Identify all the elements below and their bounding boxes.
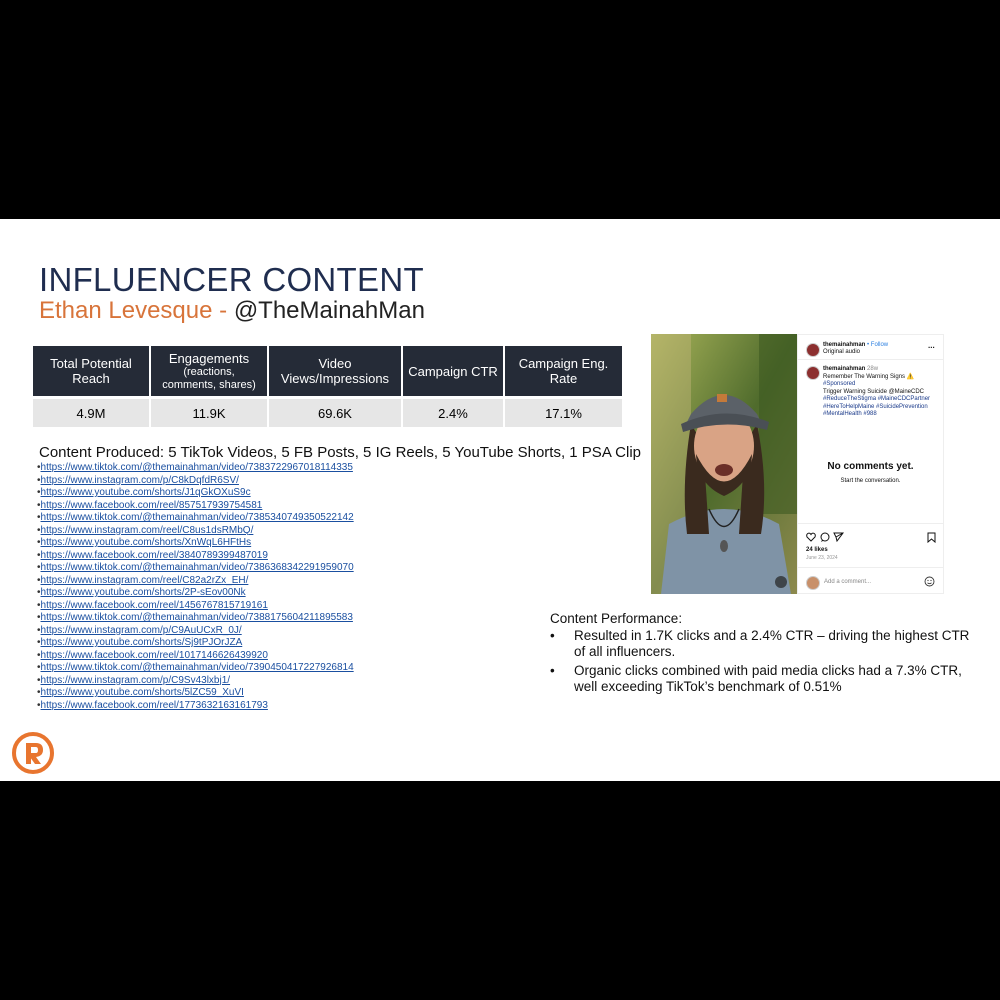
instagram-avatar [806, 343, 820, 357]
influencer-name: Ethan Levesque - [39, 297, 234, 324]
metrics-header-row: Total Potential Reach Engagements (reacti… [33, 346, 622, 398]
content-link-list: •https://www.tiktok.com/@themainahman/vi… [37, 462, 354, 712]
instagram-caption-line[interactable]: #MentalHealth #988 [823, 411, 877, 417]
metrics-value-row: 4.9M 11.9K 69.6K 2.4% 17.1% [33, 396, 622, 427]
no-comments-label: No comments yet. [827, 461, 914, 472]
metrics-header-eng-rate: Campaign Eng. Rate [504, 346, 622, 398]
instagram-caption-line[interactable]: #ReduceTheStigma #MaineCDCPartner [823, 396, 930, 402]
influencer-photo [651, 334, 797, 594]
content-link-item: •https://www.facebook.com/reel/857517939… [37, 500, 354, 513]
metrics-table: Total Potential Reach Engagements (reacti… [33, 346, 622, 427]
divider [798, 359, 943, 360]
company-logo-icon [12, 732, 54, 774]
instagram-username[interactable]: themainahman [823, 342, 865, 348]
content-link[interactable]: https://www.facebook.com/reel/1456767815… [41, 600, 268, 611]
content-link-item: •https://www.facebook.com/reel/384078939… [37, 550, 354, 563]
content-link-item: •https://www.instagram.com/reel/C82a2rZx… [37, 575, 354, 588]
instagram-likes[interactable]: 24 likes [806, 547, 828, 553]
share-icon[interactable] [833, 532, 844, 542]
content-produced: Content Produced: 5 TikTok Videos, 5 FB … [39, 444, 641, 461]
post-actions [806, 532, 844, 542]
content-link[interactable]: https://www.youtube.com/shorts/J1qGkOXuS… [41, 487, 251, 498]
content-link-item: •https://www.facebook.com/reel/101714662… [37, 650, 354, 663]
comment-icon[interactable] [820, 532, 830, 542]
content-link[interactable]: https://www.youtube.com/shorts/2P-sEov00… [41, 587, 246, 598]
content-link[interactable]: https://www.instagram.com/p/C8kDqfdR6SV/ [41, 475, 239, 486]
instagram-caption-line[interactable]: #HereToHelpMaine #SuicidePrevention [823, 404, 928, 410]
content-link[interactable]: https://www.tiktok.com/@themainahman/vid… [41, 512, 354, 523]
content-link[interactable]: https://www.facebook.com/reel/1017146626… [41, 650, 268, 661]
content-link-item: •https://www.facebook.com/reel/177363216… [37, 700, 354, 713]
instagram-post-panel: themainahman • Follow Original audio ...… [797, 334, 944, 594]
bookmark-icon[interactable] [927, 532, 936, 543]
metrics-value-ctr: 2.4% [402, 396, 505, 427]
commenter-avatar [806, 576, 820, 590]
content-link[interactable]: https://www.instagram.com/p/C9Sv43lxbj1/ [41, 675, 231, 686]
content-link-item: •https://www.tiktok.com/@themainahman/vi… [37, 662, 354, 675]
performance-bullet: Organic clicks combined with paid media … [550, 663, 970, 695]
instagram-caption-username[interactable]: themainahman [823, 366, 865, 372]
metrics-header-views: Video Views/Impressions [268, 346, 403, 398]
instagram-audio[interactable]: Original audio [823, 349, 860, 355]
metrics-header-engagements: Engagements (reactions, comments, shares) [150, 346, 269, 398]
performance-bullet: Resulted in 1.7K clicks and a 2.4% CTR –… [550, 628, 970, 660]
content-link[interactable]: https://www.tiktok.com/@themainahman/vid… [41, 662, 354, 673]
content-link[interactable]: https://www.youtube.com/shorts/5lZC59_Xu… [41, 687, 244, 698]
content-link-item: •https://www.youtube.com/shorts/Sj9tPJOr… [37, 637, 354, 650]
metrics-header-reach: Total Potential Reach [33, 346, 151, 398]
instagram-caption: themainahman 28w Remember The Warning Si… [823, 366, 930, 419]
content-link-item: •https://www.youtube.com/shorts/XnWqL6HF… [37, 537, 354, 550]
content-link[interactable]: https://www.facebook.com/reel/1773632163… [41, 700, 268, 711]
slide: INFLUENCER CONTENT Ethan Levesque - @The… [0, 219, 1000, 781]
instagram-caption-line[interactable]: #Sponsored [823, 381, 855, 387]
more-options-icon[interactable]: ... [928, 341, 935, 350]
content-link[interactable]: https://www.facebook.com/reel/8575179397… [41, 500, 263, 511]
content-link-item: •https://www.facebook.com/reel/145676781… [37, 600, 354, 613]
influencer-handle: @TheMainahMan [233, 297, 425, 324]
content-link-item: •https://www.instagram.com/p/C9Sv43lxbj1… [37, 675, 354, 688]
influencer-photo-illustration [651, 334, 797, 594]
heart-icon[interactable] [806, 532, 816, 542]
page-title: INFLUENCER CONTENT [39, 261, 424, 298]
start-conversation-label: Start the conversation. [840, 478, 901, 484]
content-link-item: •https://www.youtube.com/shorts/2P-sEov0… [37, 587, 354, 600]
content-link[interactable]: https://www.youtube.com/shorts/Sj9tPJOrJ… [41, 637, 243, 648]
metrics-header-ctr: Campaign CTR [402, 346, 505, 398]
divider [798, 523, 943, 524]
instagram-caption-avatar [806, 366, 820, 380]
metrics-value-eng-rate: 17.1% [504, 396, 622, 427]
content-link-item: •https://www.tiktok.com/@themainahman/vi… [37, 562, 354, 575]
page-subtitle: Ethan Levesque - @TheMainahMan [39, 297, 425, 325]
content-link-item: •https://www.instagram.com/p/C8kDqfdR6SV… [37, 475, 354, 488]
content-link[interactable]: https://www.instagram.com/reel/C82a2rZx_… [41, 575, 249, 586]
content-link[interactable]: https://www.instagram.com/reel/C8us1dsRM… [41, 525, 254, 536]
content-link[interactable]: https://www.tiktok.com/@themainahman/vid… [41, 462, 353, 473]
content-performance-heading: Content Performance: [550, 611, 683, 626]
metrics-value-reach: 4.9M [33, 396, 151, 427]
content-link-item: •https://www.tiktok.com/@themainahman/vi… [37, 462, 354, 475]
instagram-post-age: 28w [867, 366, 879, 372]
content-link-item: •https://www.tiktok.com/@themainahman/vi… [37, 612, 354, 625]
content-link-item: •https://www.youtube.com/shorts/J1qGkOXu… [37, 487, 354, 500]
divider [798, 567, 943, 568]
content-link[interactable]: https://www.instagram.com/p/C9AuUCxR_0J/ [41, 625, 242, 636]
instagram-follow-button[interactable]: • Follow [867, 342, 888, 348]
emoji-icon[interactable] [924, 576, 935, 587]
instagram-date: June 23, 2024 [806, 555, 838, 561]
content-link-item: •https://www.youtube.com/shorts/5lZC59_X… [37, 687, 354, 700]
instagram-caption-line: Remember The Warning Signs ⚠️ [823, 373, 915, 380]
metrics-value-views: 69.6K [268, 396, 403, 427]
content-link[interactable]: https://www.tiktok.com/@themainahman/vid… [41, 562, 354, 573]
content-link[interactable]: https://www.facebook.com/reel/3840789399… [41, 550, 268, 561]
content-link-item: •https://www.instagram.com/p/C9AuUCxR_0J… [37, 625, 354, 638]
metrics-header-engagements-sub: (reactions, comments, shares) [162, 365, 256, 391]
metrics-value-engagements: 11.9K [150, 396, 269, 427]
content-link[interactable]: https://www.youtube.com/shorts/XnWqL6HFt… [41, 537, 252, 548]
content-link-item: •https://www.instagram.com/reel/C8us1dsR… [37, 525, 354, 538]
content-performance: Content Performance: Resulted in 1.7K cl… [550, 611, 970, 698]
add-comment-input[interactable]: Add a comment... [824, 579, 871, 585]
instagram-caption-line: Trigger Warning Suicide @MaineCDC [823, 388, 925, 395]
content-link-item: •https://www.tiktok.com/@themainahman/vi… [37, 512, 354, 525]
content-link[interactable]: https://www.tiktok.com/@themainahman/vid… [41, 612, 353, 623]
